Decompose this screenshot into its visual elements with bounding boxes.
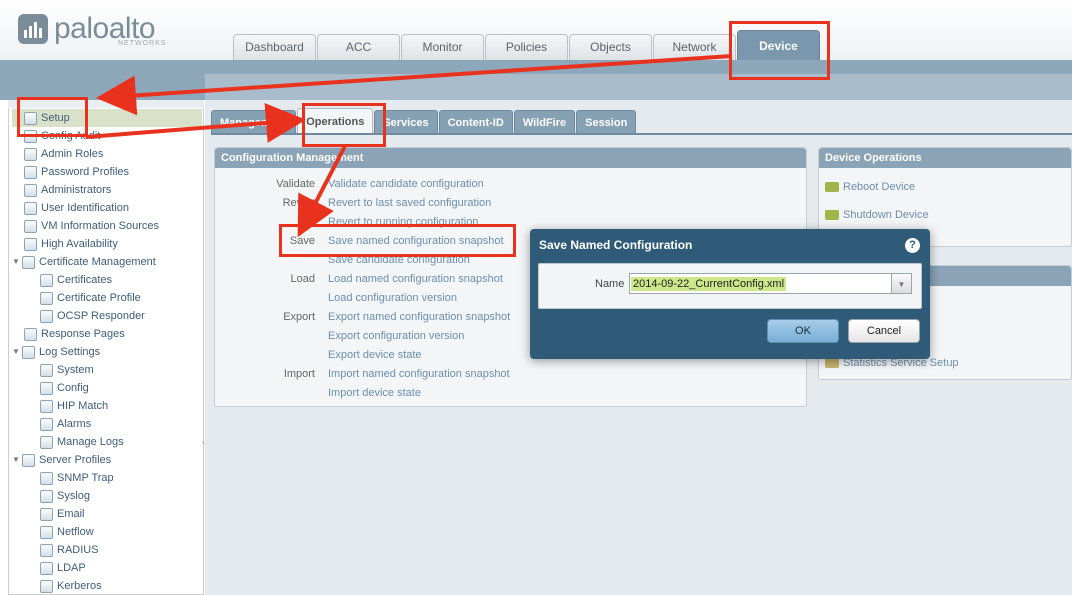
arrow-device-to-setup [96,54,733,116]
arrow-setup-to-operations [85,102,306,143]
annotation-arrows [85,54,733,238]
arrow-operations-to-save [297,145,347,238]
